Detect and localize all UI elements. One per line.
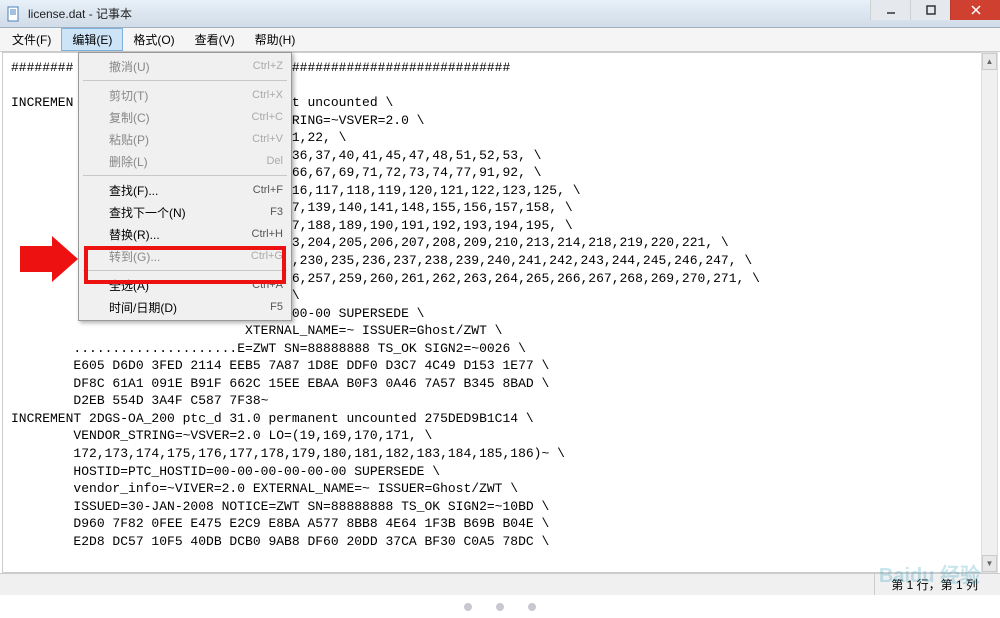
menu-item-a[interactable]: 全选(A)Ctrl+A: [81, 274, 289, 296]
menu-item-r[interactable]: 替换(R)...Ctrl+H: [81, 223, 289, 245]
menu-separator: [83, 80, 287, 81]
scroll-down-icon[interactable]: ▼: [982, 555, 997, 572]
title-bar: license.dat - 记事本: [0, 0, 1000, 28]
menu-item-label: 替换(R)...: [109, 226, 252, 243]
menu-bar: 文件(F) 编辑(E) 格式(O) 查看(V) 帮助(H): [0, 28, 1000, 52]
menu-item-f[interactable]: 查找(F)...Ctrl+F: [81, 179, 289, 201]
menu-item-shortcut: Ctrl+G: [251, 250, 283, 262]
edit-dropdown: 撤消(U)Ctrl+Z剪切(T)Ctrl+X复制(C)Ctrl+C粘贴(P)Ct…: [78, 52, 292, 321]
menu-item-u: 撤消(U)Ctrl+Z: [81, 55, 289, 77]
menu-item-shortcut: Ctrl+A: [252, 279, 283, 291]
menu-item-label: 查找(F)...: [109, 182, 253, 199]
menu-item-label: 查找下一个(N): [109, 204, 270, 221]
menu-item-shortcut: F3: [270, 206, 283, 218]
menu-item-shortcut: Ctrl+H: [252, 228, 283, 240]
menu-item-label: 剪切(T): [109, 87, 252, 104]
menu-item-d[interactable]: 时间/日期(D)F5: [81, 296, 289, 318]
menu-help[interactable]: 帮助(H): [245, 28, 306, 51]
menu-item-label: 删除(L): [109, 153, 266, 170]
menu-item-label: 转到(G)...: [109, 248, 251, 265]
menu-item-label: 撤消(U): [109, 58, 253, 75]
close-button[interactable]: [950, 0, 1000, 20]
menu-item-l: 删除(L)Del: [81, 150, 289, 172]
window-title: license.dat - 记事本: [28, 5, 994, 22]
menu-edit[interactable]: 编辑(E): [61, 28, 123, 51]
scroll-up-icon[interactable]: ▲: [982, 53, 997, 70]
menu-separator: [83, 175, 287, 176]
menu-item-n[interactable]: 查找下一个(N)F3: [81, 201, 289, 223]
menu-item-label: 时间/日期(D): [109, 299, 270, 316]
menu-item-shortcut: Del: [266, 155, 283, 167]
dot: [464, 603, 472, 611]
menu-item-t: 剪切(T)Ctrl+X: [81, 84, 289, 106]
maximize-button[interactable]: [910, 0, 950, 20]
dot: [496, 603, 504, 611]
minimize-button[interactable]: [870, 0, 910, 20]
app-icon: [6, 6, 22, 22]
dot: [528, 603, 536, 611]
status-position: 第 1 行，第 1 列: [874, 574, 994, 595]
vertical-scrollbar[interactable]: ▲ ▼: [981, 52, 998, 573]
menu-file[interactable]: 文件(F): [2, 28, 61, 51]
menu-item-p: 粘贴(P)Ctrl+V: [81, 128, 289, 150]
menu-item-shortcut: Ctrl+F: [253, 184, 283, 196]
menu-format[interactable]: 格式(O): [123, 28, 184, 51]
menu-item-shortcut: Ctrl+C: [252, 111, 283, 123]
menu-item-g: 转到(G)...Ctrl+G: [81, 245, 289, 267]
menu-item-shortcut: Ctrl+X: [252, 89, 283, 101]
annotation-arrow-icon: [10, 234, 80, 284]
menu-item-label: 全选(A): [109, 277, 252, 294]
menu-item-shortcut: Ctrl+V: [252, 133, 283, 145]
menu-item-label: 复制(C): [109, 109, 252, 126]
menu-item-shortcut: F5: [270, 301, 283, 313]
menu-item-c: 复制(C)Ctrl+C: [81, 106, 289, 128]
menu-view[interactable]: 查看(V): [185, 28, 245, 51]
menu-separator: [83, 270, 287, 271]
window-controls: [870, 0, 1000, 20]
carousel-dots: [0, 596, 1000, 618]
status-bar: 第 1 行，第 1 列: [0, 573, 1000, 595]
menu-item-shortcut: Ctrl+Z: [253, 60, 283, 72]
menu-item-label: 粘贴(P): [109, 131, 252, 148]
